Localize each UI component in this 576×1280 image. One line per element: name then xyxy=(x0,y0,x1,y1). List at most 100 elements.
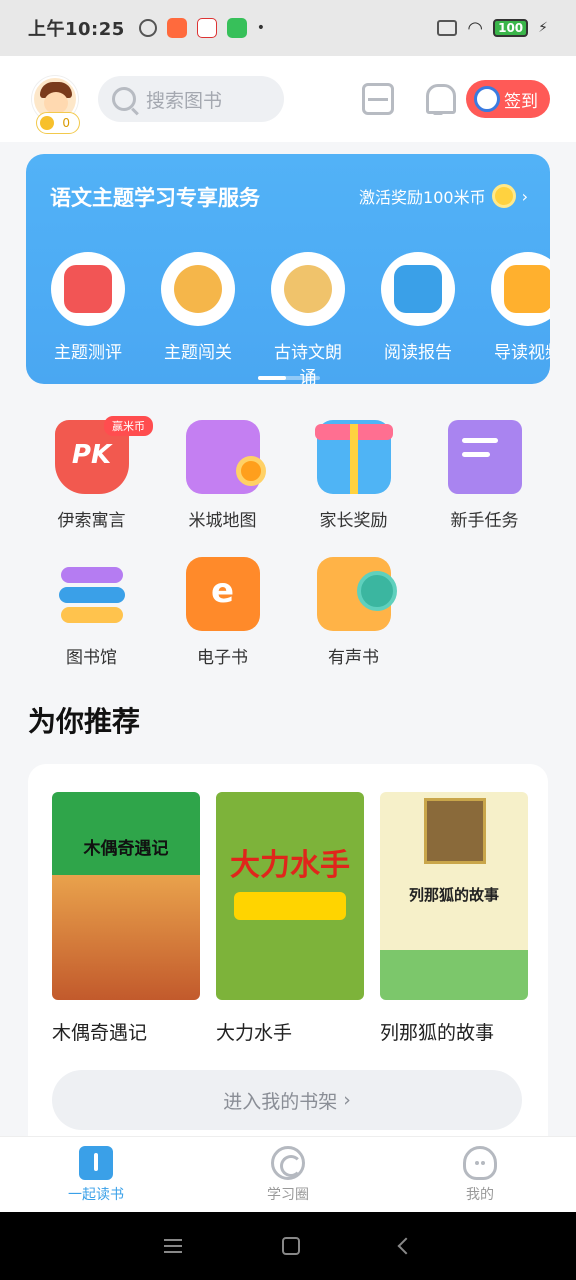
quick-entry-grid: PK 赢米币 伊索寓言 米城地图 家长奖励 新手任务 图书馆 e 电子书 有声书 xyxy=(26,416,550,668)
chevron-right-icon: › xyxy=(521,186,528,206)
entry-label: 电子书 xyxy=(197,648,248,668)
report-icon xyxy=(394,265,442,313)
recommend-section-title: 为你推荐 xyxy=(28,705,141,738)
library-books-icon xyxy=(55,557,129,631)
book-cover-illustration xyxy=(424,798,486,864)
back-icon[interactable] xyxy=(397,1237,415,1255)
entry-label: 家长奖励 xyxy=(319,511,388,531)
recent-apps-icon[interactable] xyxy=(164,1239,182,1253)
entry-newbie-tasks[interactable]: 新手任务 xyxy=(419,420,550,531)
book-cover-title: 大力水手 xyxy=(230,848,350,883)
book-item[interactable]: 列那狐的故事 列那狐的故事 xyxy=(380,792,528,1045)
ancient-kid-icon xyxy=(284,265,332,313)
wifi-icon: ◠ xyxy=(467,17,484,39)
entry-label: 米城地图 xyxy=(188,511,257,531)
signin-label: 签到 xyxy=(504,91,538,112)
charging-icon: ⚡ xyxy=(538,20,548,36)
service-reading-report[interactable]: 阅读报告 xyxy=(378,252,458,384)
signin-button[interactable]: 签到 xyxy=(466,80,550,118)
coin-balance-badge: 0 xyxy=(36,112,80,134)
service-icon-circle xyxy=(271,252,345,326)
status-time: 上午10:25 xyxy=(28,19,125,40)
avatar-face xyxy=(44,92,68,114)
service-poem-recital[interactable]: 古诗文朗诵 xyxy=(268,252,348,384)
service-label: 主题闯关 xyxy=(164,343,232,363)
entry-ebook[interactable]: e 电子书 xyxy=(157,557,288,668)
banner-reward-link[interactable]: 激活奖励100米币 › xyxy=(359,184,528,208)
bottom-tab-bar: 一起读书 学习圈 我的 xyxy=(0,1136,576,1212)
app-notification-icon xyxy=(196,18,217,38)
app-notification-icon xyxy=(166,18,187,38)
service-row: 主题测评 主题闯关 古诗文朗诵 阅读报告 导读视频 xyxy=(48,252,550,384)
audiobook-icon xyxy=(316,557,397,631)
circle-icon xyxy=(271,1145,305,1180)
book-item[interactable]: 木偶奇遇记 木偶奇遇记 xyxy=(52,792,200,1045)
bell-icon[interactable] xyxy=(422,83,456,115)
home-icon[interactable] xyxy=(282,1237,300,1255)
entry-label: 伊索寓言 xyxy=(57,511,126,531)
search-icon xyxy=(112,87,136,111)
book-cover-title: 列那狐的故事 xyxy=(408,886,499,904)
scroll-icon xyxy=(447,420,522,494)
status-notification-icons: • xyxy=(138,18,266,38)
book-title: 列那狐的故事 xyxy=(380,1022,495,1044)
tab-label: 学习圈 xyxy=(267,1186,309,1203)
enter-bookshelf-button[interactable]: 进入我的书架 › xyxy=(52,1070,522,1130)
entry-audiobook[interactable]: 有声书 xyxy=(288,557,419,668)
book-item[interactable]: 大力水手 大力水手 xyxy=(216,792,364,1045)
ebook-icon: e xyxy=(185,557,260,631)
service-label: 主题测评 xyxy=(54,343,122,363)
banner-title: 语文主题学习专享服务 xyxy=(50,186,260,210)
alarm-off-icon xyxy=(138,19,157,37)
scan-icon[interactable] xyxy=(362,83,394,115)
book-icon xyxy=(79,1145,113,1180)
more-notifications-dot-icon: • xyxy=(256,20,266,36)
service-icon-circle xyxy=(491,252,550,326)
popeye-logo xyxy=(234,892,346,920)
entry-label: 图书馆 xyxy=(66,648,117,668)
chevron-right-icon: › xyxy=(343,1089,351,1111)
book-cover: 大力水手 xyxy=(216,792,364,1000)
tab-profile[interactable]: 我的 xyxy=(384,1137,576,1212)
avatar[interactable]: 0 xyxy=(32,76,80,134)
entry-label: 新手任务 xyxy=(450,511,519,531)
search-input[interactable]: 搜索图书 xyxy=(98,76,284,122)
map-icon xyxy=(185,420,266,494)
book-title: 木偶奇遇记 xyxy=(52,1022,148,1044)
entry-label: 有声书 xyxy=(328,648,379,668)
recommend-card: 木偶奇遇记 木偶奇遇记 大力水手 大力水手 列那狐的故事 列那狐的故事 进入我的… xyxy=(28,764,548,1154)
profile-face-icon xyxy=(463,1145,497,1180)
service-guide-video[interactable]: 导读视频 xyxy=(488,252,550,384)
book-cover: 列那狐的故事 xyxy=(380,792,528,1000)
tab-read-together[interactable]: 一起读书 xyxy=(0,1137,192,1212)
banner-reward-text: 激活奖励100米币 xyxy=(359,188,486,207)
status-system-icons: ◠ 100 ⚡ xyxy=(437,18,548,39)
app-header: 0 搜索图书 签到 xyxy=(0,56,576,142)
entry-library[interactable]: 图书馆 xyxy=(26,557,157,668)
book-cover-title: 木偶奇遇记 xyxy=(83,839,169,859)
enter-bookshelf-label: 进入我的书架 xyxy=(223,1090,338,1113)
book-list: 木偶奇遇记 木偶奇遇记 大力水手 大力水手 列那狐的故事 列那狐的故事 xyxy=(52,792,528,1045)
service-icon-circle xyxy=(51,252,125,326)
mascot-icon xyxy=(474,86,500,112)
service-icon-circle xyxy=(381,252,455,326)
tab-study-circle[interactable]: 学习圈 xyxy=(192,1137,384,1212)
theme-learning-banner[interactable]: 语文主题学习专享服务 激活奖励100米币 › 主题测评 主题闯关 古诗文朗诵 阅… xyxy=(26,154,550,384)
tab-label: 一起读书 xyxy=(68,1186,124,1203)
service-theme-challenge[interactable]: 主题闯关 xyxy=(158,252,238,384)
earn-coins-tag: 赢米币 xyxy=(104,416,153,436)
book-cover: 木偶奇遇记 xyxy=(52,792,200,1000)
service-label: 阅读报告 xyxy=(384,343,452,363)
coin-icon xyxy=(491,184,516,208)
service-theme-test[interactable]: 主题测评 xyxy=(48,252,128,384)
search-placeholder: 搜索图书 xyxy=(146,89,223,112)
book-title: 大力水手 xyxy=(216,1022,293,1044)
tab-label: 我的 xyxy=(466,1186,494,1203)
entry-city-map[interactable]: 米城地图 xyxy=(157,420,288,531)
entry-aesop-fables[interactable]: PK 赢米币 伊索寓言 xyxy=(26,416,157,531)
app-notification-icon xyxy=(226,18,247,38)
sim-icon xyxy=(437,20,458,36)
notebook-icon xyxy=(64,265,112,313)
service-icon-circle xyxy=(161,252,235,326)
entry-parent-rewards[interactable]: 家长奖励 xyxy=(288,420,419,531)
